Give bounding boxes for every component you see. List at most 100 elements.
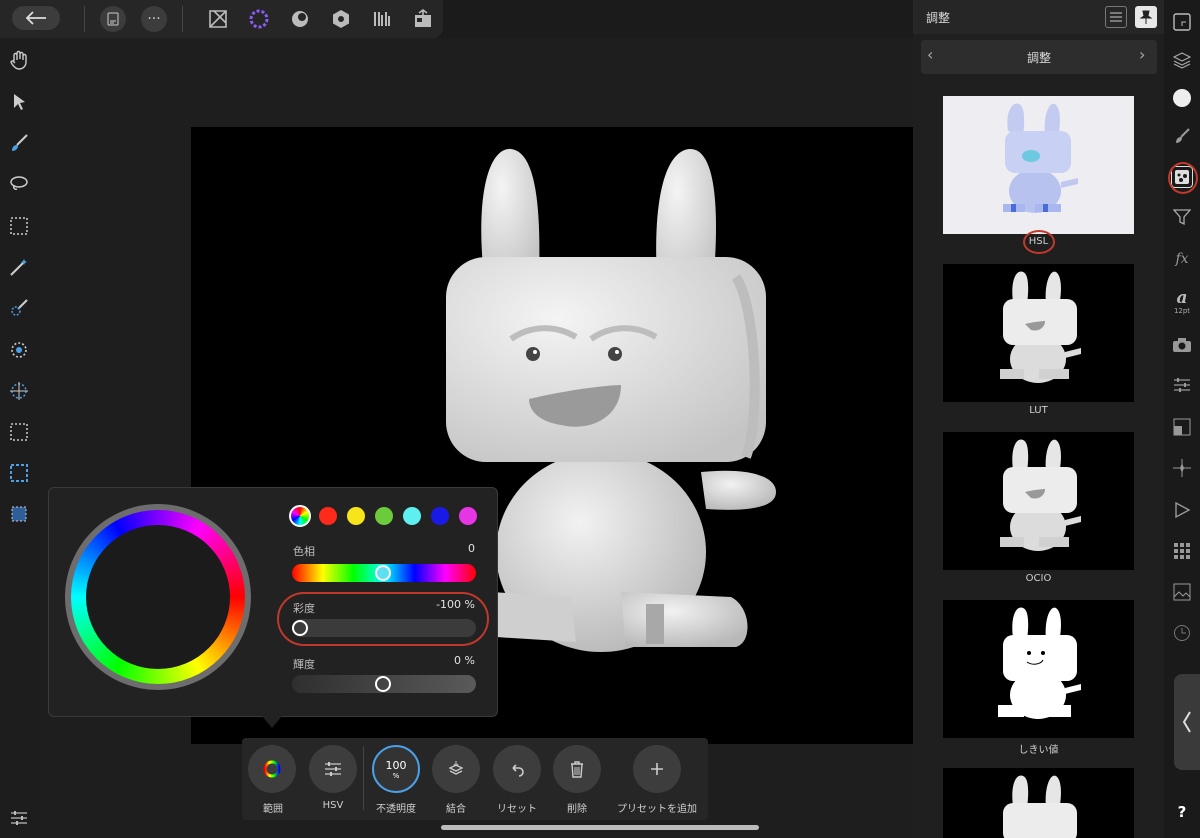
popup-pointer (262, 716, 282, 728)
preset-thumbnail-ocio[interactable] (943, 432, 1134, 570)
luminosity-slider[interactable] (292, 675, 476, 693)
hue-label: 色相 (293, 545, 315, 558)
flood-select-tool-icon[interactable] (7, 338, 31, 362)
swatches-grid-icon[interactable] (1170, 539, 1194, 563)
all-colors-swatch[interactable] (289, 505, 311, 527)
crop-tool-icon[interactable] (7, 502, 31, 526)
opacity-dial[interactable]: 100 % (372, 745, 420, 793)
list-icon (1110, 12, 1122, 22)
hand-tool-icon[interactable] (7, 48, 31, 72)
panel-header: 調整 (913, 0, 1164, 34)
more-label: ··· (147, 11, 161, 27)
opacity-value: 100 (385, 758, 407, 772)
delete-button[interactable] (553, 745, 601, 793)
magenta-swatch[interactable] (459, 507, 477, 525)
luminosity-value: 0 % (454, 654, 475, 667)
yellow-swatch[interactable] (347, 507, 365, 525)
font-size-label: 12pt (1173, 306, 1191, 315)
toolbar-divider (182, 6, 183, 32)
refine-tool-icon[interactable] (7, 379, 31, 403)
reset-button[interactable] (493, 745, 541, 793)
hue-slider[interactable] (292, 564, 476, 582)
panel-collapse-tab[interactable] (1174, 674, 1200, 770)
transform-icon[interactable] (1170, 415, 1194, 439)
preset-thumbnail-next[interactable] (943, 768, 1134, 838)
red-swatch[interactable] (319, 507, 337, 525)
photo-persona-icon[interactable] (207, 8, 229, 30)
brush-tool-icon[interactable] (7, 131, 31, 155)
back-button[interactable] (12, 6, 60, 30)
lasso-tool-icon[interactable] (7, 172, 31, 196)
magic-wand-tool-icon[interactable] (7, 255, 31, 279)
luminosity-label: 輝度 (293, 658, 315, 671)
hue-value: 0 (468, 542, 475, 555)
document-button[interactable] (100, 6, 126, 32)
sliders-studio-icon[interactable] (1170, 373, 1194, 397)
camera-icon[interactable] (1170, 333, 1194, 357)
liquify-persona-icon[interactable] (248, 8, 270, 30)
trash-icon (571, 761, 583, 778)
filter-icon[interactable] (1170, 205, 1194, 229)
chevron-left-icon (1182, 711, 1191, 733)
preset-thumbnail-hsl[interactable] (943, 96, 1134, 234)
preset-label-lut: LUT (1029, 405, 1048, 416)
blue-swatch[interactable] (431, 507, 449, 525)
marquee-tool-icon[interactable] (7, 214, 31, 238)
plus-icon (651, 763, 663, 775)
more-button[interactable]: ··· (141, 6, 167, 32)
hsl-annotation-circle (1023, 230, 1055, 254)
saturation-annotation-circle (277, 592, 489, 646)
hsl-adjustment-popup: 色相 0 彩度 -100 % 輝度 0 % (48, 487, 498, 717)
merge-button[interactable] (432, 745, 480, 793)
hsv-button[interactable] (309, 745, 357, 793)
preset-label-ocio: OCIO (1025, 573, 1052, 584)
preset-thumbnail-threshold[interactable] (943, 600, 1134, 738)
panel-title: 調整 (926, 11, 951, 25)
brushes-icon[interactable] (1170, 124, 1194, 148)
preset-label-threshold: しきい値 (1018, 745, 1059, 756)
luminosity-slider-knob[interactable] (375, 676, 391, 692)
next-category-chevron-icon[interactable]: › (1139, 45, 1145, 64)
selection-tool-icon[interactable] (7, 461, 31, 485)
export-persona-icon[interactable] (371, 8, 393, 30)
reset-icon (512, 764, 524, 777)
add-preset-label: プリセットを追加 (617, 804, 697, 815)
preset-thumbnail-lut[interactable] (943, 264, 1134, 402)
pin-button[interactable] (1135, 6, 1157, 28)
hue-slider-knob[interactable] (375, 565, 391, 581)
color-wheel-icon (263, 760, 281, 778)
history-icon[interactable] (1170, 621, 1194, 645)
pin-icon (1140, 10, 1152, 24)
quick-mask-tool-icon[interactable] (7, 420, 31, 444)
layers-icon[interactable] (1170, 48, 1194, 72)
color-icon[interactable] (1170, 86, 1194, 110)
tone-mapping-persona-icon[interactable] (330, 8, 352, 30)
add-preset-button[interactable] (633, 745, 681, 793)
green-swatch[interactable] (375, 507, 393, 525)
context-toolbar: 範囲 HSV 100 % 不透明度 結合 リセット 削除 プリセットを追加 (242, 738, 708, 820)
tools-panel (0, 38, 38, 838)
settings-sliders-icon[interactable] (7, 806, 31, 830)
opacity-unit: % (392, 771, 400, 780)
text-styles-icon[interactable]: a 12pt (1170, 285, 1194, 319)
move-tool-icon[interactable] (7, 90, 31, 114)
navigator-icon[interactable] (1170, 10, 1194, 34)
hue-wheel[interactable] (65, 504, 251, 690)
stock-image-icon[interactable] (1170, 580, 1194, 604)
toolbar-divider (84, 6, 85, 32)
share-icon[interactable] (412, 8, 434, 30)
delete-label: 削除 (567, 804, 587, 815)
help-icon[interactable]: ? (1170, 800, 1194, 824)
cyan-swatch[interactable] (403, 507, 421, 525)
list-view-button[interactable] (1105, 6, 1127, 28)
sliders-icon (325, 762, 341, 776)
category-title: 調整 (1026, 51, 1051, 65)
home-indicator[interactable] (441, 825, 759, 830)
range-button[interactable] (248, 745, 296, 793)
play-icon[interactable] (1170, 498, 1194, 522)
snapping-icon[interactable] (1170, 456, 1194, 480)
fx-icon[interactable]: fx (1170, 247, 1194, 271)
back-arrow-icon (25, 11, 46, 25)
develop-persona-icon[interactable] (289, 8, 311, 30)
selection-brush-tool-icon[interactable] (7, 296, 31, 320)
